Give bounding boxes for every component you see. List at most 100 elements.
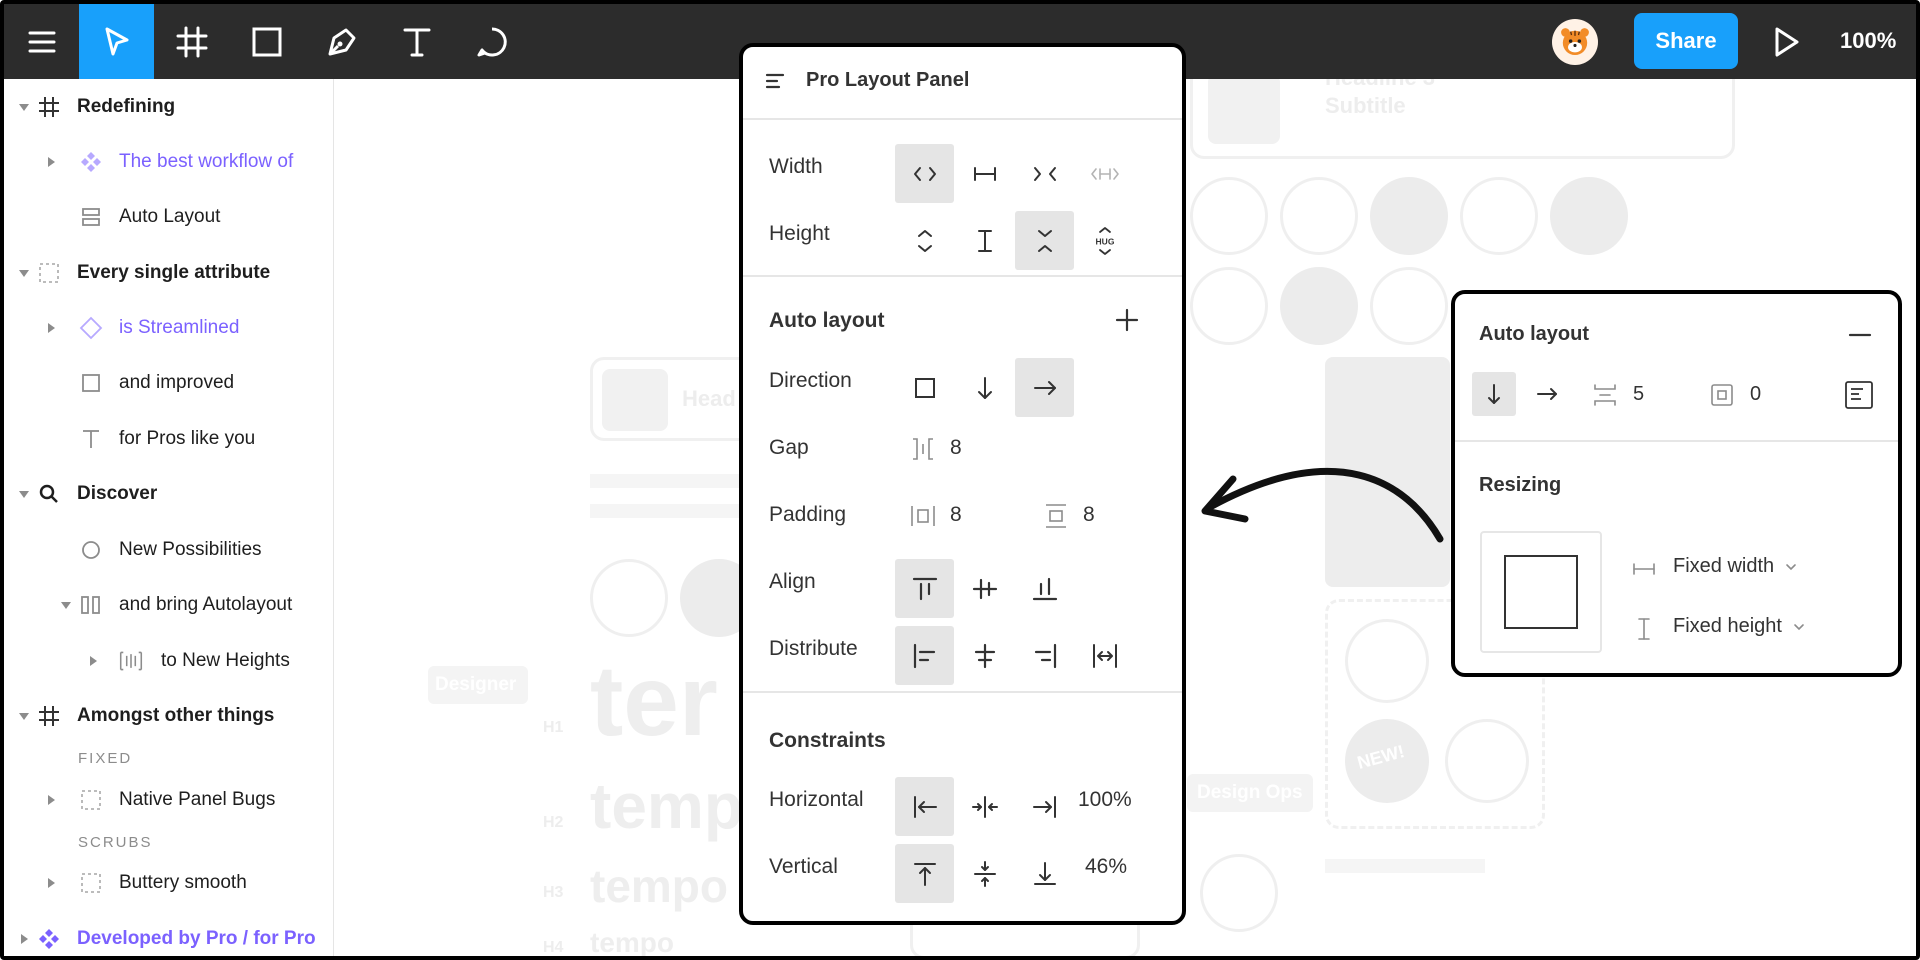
layer-label: Developed by Pro / for Pro bbox=[77, 928, 316, 949]
layer-row[interactable]: to New Heights bbox=[4, 641, 334, 681]
padding-vertical-value[interactable]: 8 bbox=[1083, 503, 1095, 527]
comment-tool-button[interactable] bbox=[454, 4, 529, 79]
align-bottom-button[interactable] bbox=[1015, 559, 1074, 618]
width-fixed-button[interactable] bbox=[955, 144, 1014, 203]
width-hug-contents-button[interactable] bbox=[1075, 144, 1134, 203]
frame-tool-button[interactable] bbox=[154, 4, 229, 79]
vertical-constraint-value[interactable]: 46% bbox=[1085, 855, 1127, 879]
text-tool-button[interactable] bbox=[379, 4, 454, 79]
constraint-bottom-button[interactable] bbox=[1015, 844, 1074, 903]
caret-right-icon[interactable] bbox=[17, 932, 31, 946]
layer-row[interactable]: and improved bbox=[4, 363, 334, 403]
layer-label: for Pros like you bbox=[119, 428, 256, 449]
align-top-button[interactable] bbox=[895, 559, 954, 618]
layer-row[interactable]: Auto Layout bbox=[4, 197, 334, 237]
caret-down-icon[interactable] bbox=[17, 709, 31, 723]
pen-tool-button[interactable] bbox=[304, 4, 379, 79]
layer-row[interactable]: for Pros like you bbox=[4, 419, 334, 459]
layer-label: The best workflow of bbox=[119, 151, 294, 172]
constraint-left-button[interactable] bbox=[895, 777, 954, 836]
caret-right-icon[interactable] bbox=[44, 321, 58, 335]
gap-value[interactable]: 8 bbox=[950, 436, 962, 460]
avatar[interactable] bbox=[1552, 19, 1598, 65]
move-tool-button[interactable] bbox=[79, 4, 154, 79]
caret-right-icon[interactable] bbox=[44, 155, 58, 169]
image-placeholder bbox=[1208, 79, 1280, 144]
divider bbox=[743, 118, 1182, 120]
ghost-text: H3 bbox=[543, 884, 564, 901]
minus-icon[interactable] bbox=[1847, 322, 1873, 348]
caret-down-icon[interactable] bbox=[17, 266, 31, 280]
width-hug-button[interactable] bbox=[895, 144, 954, 203]
distribute-center-button[interactable] bbox=[955, 626, 1014, 685]
auto-layout-heading: Auto layout bbox=[769, 309, 885, 332]
present-button[interactable] bbox=[1766, 22, 1806, 62]
layer-row[interactable]: Native Panel Bugs bbox=[4, 780, 334, 820]
caret-right-icon[interactable] bbox=[86, 654, 100, 668]
share-button[interactable]: Share bbox=[1634, 13, 1738, 69]
height-hug-contents-button[interactable]: HUG bbox=[1075, 211, 1134, 270]
constraint-center-vertical-button[interactable] bbox=[955, 844, 1014, 903]
distribute-right-button[interactable] bbox=[1015, 626, 1074, 685]
direction-vertical-button[interactable] bbox=[1472, 372, 1516, 416]
pen-icon bbox=[328, 28, 355, 55]
padding-label: Padding bbox=[769, 503, 847, 526]
layer-label: Auto Layout bbox=[119, 206, 221, 227]
width-fill-button[interactable] bbox=[1015, 144, 1074, 203]
layer-label: Every single attribute bbox=[77, 262, 271, 283]
padding-horizontal-value[interactable]: 8 bbox=[950, 503, 962, 527]
plus-icon[interactable] bbox=[1114, 307, 1140, 333]
image-placeholder bbox=[602, 369, 668, 431]
ghost-text: temp bbox=[590, 770, 743, 842]
layer-row[interactable]: New Possibilities bbox=[4, 530, 334, 570]
direction-none-button[interactable] bbox=[895, 358, 954, 417]
spacing-value[interactable]: 5 bbox=[1633, 383, 1644, 406]
alignment-settings-icon[interactable] bbox=[1844, 380, 1874, 410]
height-hug-button[interactable] bbox=[895, 211, 954, 270]
ghost-button bbox=[1190, 177, 1268, 255]
menu-button[interactable] bbox=[4, 4, 79, 79]
rectangle-tool-button[interactable] bbox=[229, 4, 304, 79]
ghost-badge bbox=[1445, 719, 1529, 803]
distribute-left-button[interactable] bbox=[895, 626, 954, 685]
caret-right-icon[interactable] bbox=[44, 793, 58, 807]
chevrons-out-horizontal-icon bbox=[913, 166, 936, 181]
constraint-center-horizontal-button[interactable] bbox=[955, 777, 1014, 836]
height-fill-button[interactable] bbox=[1015, 211, 1074, 270]
caret-down-icon[interactable] bbox=[17, 100, 31, 114]
fixed-width-icon bbox=[973, 166, 996, 181]
layer-row[interactable]: Discover bbox=[4, 474, 334, 514]
caret-right-icon[interactable] bbox=[44, 876, 58, 890]
layer-row[interactable]: and bring Autolayout bbox=[4, 585, 334, 625]
layer-row[interactable]: is Streamlined bbox=[4, 308, 334, 348]
layer-row[interactable]: Redefining bbox=[4, 87, 334, 127]
square-icon bbox=[914, 377, 935, 398]
layer-label: and improved bbox=[119, 372, 235, 393]
chevrons-out-vertical-icon bbox=[917, 229, 932, 252]
height-label: Height bbox=[769, 222, 830, 245]
direction-horizontal-button[interactable] bbox=[1525, 372, 1569, 416]
zoom-level[interactable]: 100% bbox=[1840, 28, 1896, 54]
direction-vertical-button[interactable] bbox=[955, 358, 1014, 417]
height-fixed-button[interactable] bbox=[955, 211, 1014, 270]
layer-row[interactable]: Developed by Pro / for Pro bbox=[4, 919, 334, 956]
direction-horizontal-button[interactable] bbox=[1015, 358, 1074, 417]
horizontal-constraint-value[interactable]: 100% bbox=[1078, 788, 1132, 812]
constraint-top-button[interactable] bbox=[895, 844, 954, 903]
layer-row[interactable]: Buttery smooth bbox=[4, 863, 334, 903]
height-dropdown[interactable]: Fixed height bbox=[1673, 615, 1806, 638]
width-dropdown[interactable]: Fixed width bbox=[1673, 555, 1798, 578]
distribute-space-between-button[interactable] bbox=[1075, 626, 1134, 685]
layer-label: Amongst other things bbox=[77, 705, 275, 726]
play-icon bbox=[1775, 27, 1799, 57]
padding-icon bbox=[1711, 384, 1733, 406]
constraint-right-button[interactable] bbox=[1015, 777, 1074, 836]
caret-down-icon[interactable] bbox=[59, 598, 73, 612]
padding-value[interactable]: 0 bbox=[1750, 383, 1761, 406]
layer-row[interactable]: Every single attribute bbox=[4, 253, 334, 293]
caret-down-icon[interactable] bbox=[17, 487, 31, 501]
align-middle-button[interactable] bbox=[955, 559, 1014, 618]
ghost-text: Head bbox=[682, 386, 736, 411]
layer-row[interactable]: The best workflow of bbox=[4, 142, 334, 182]
layer-row[interactable]: Amongst other things bbox=[4, 696, 334, 736]
